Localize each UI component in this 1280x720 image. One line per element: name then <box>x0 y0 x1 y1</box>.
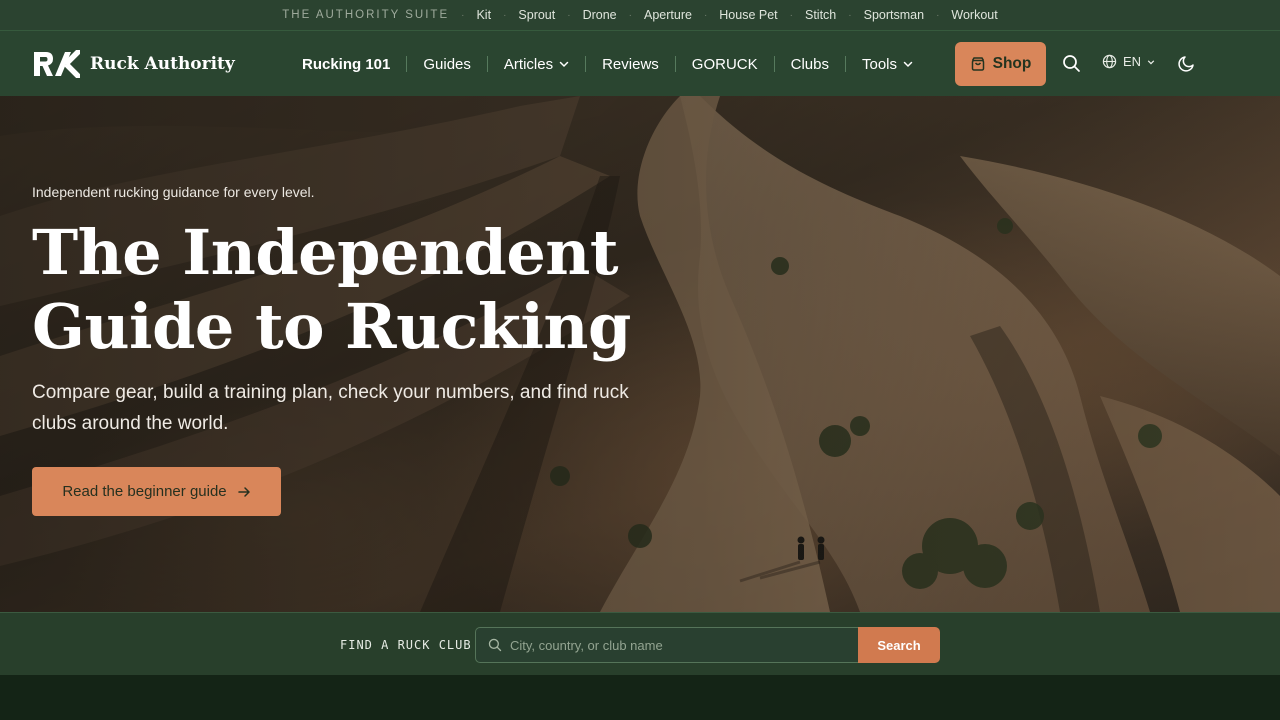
globe-icon <box>1102 54 1117 69</box>
search-icon <box>488 638 502 652</box>
suite-link-workout[interactable]: Workout <box>951 8 997 22</box>
nav-tools[interactable]: Tools <box>862 56 913 73</box>
suite-link-sprout[interactable]: Sprout <box>518 8 555 22</box>
main-nav: Ruck Authority Rucking 101 Guides Articl… <box>0 30 1280 96</box>
hero-subhead: Compare gear, build a training plan, che… <box>32 382 629 434</box>
logo-mark-icon <box>32 50 80 78</box>
nav-rucking-101[interactable]: Rucking 101 <box>302 56 390 73</box>
suite-link-kit[interactable]: Kit <box>476 8 491 22</box>
chevron-down-icon <box>559 61 569 68</box>
moon-icon[interactable] <box>1178 54 1196 72</box>
arrow-right-icon <box>237 486 250 497</box>
finder-input-wrapper <box>475 627 859 663</box>
page-content-start <box>0 675 1280 720</box>
hero-section: Independent rucking guidance for every l… <box>0 96 1280 612</box>
finder-label: FIND A RUCK CLUB <box>340 638 472 652</box>
nav-reviews[interactable]: Reviews <box>602 56 659 73</box>
club-search-button[interactable]: Search <box>858 627 940 663</box>
suite-link-stitch[interactable]: Stitch <box>805 8 836 22</box>
search-icon[interactable] <box>1062 54 1081 73</box>
nav-guides[interactable]: Guides <box>423 56 471 73</box>
suite-label: THE AUTHORITY SUITE <box>282 9 450 21</box>
nav-menu: Rucking 101 Guides Articles Reviews GORU… <box>302 31 913 97</box>
nav-articles[interactable]: Articles <box>504 56 569 73</box>
beginner-guide-button[interactable]: Read the beginner guide <box>32 467 281 516</box>
hero-headline: The Independent Guide to Rucking <box>32 216 732 364</box>
suite-link-drone[interactable]: Drone <box>583 8 617 22</box>
brand-logo[interactable]: Ruck Authority <box>32 50 235 78</box>
suite-bar: THE AUTHORITY SUITE · Kit · Sprout · Dro… <box>0 0 1280 30</box>
chevron-down-icon <box>1147 59 1155 64</box>
headline-line-2: Guide to Rucking <box>32 290 631 363</box>
shopping-bag-icon <box>971 57 984 71</box>
nav-clubs[interactable]: Clubs <box>791 56 829 73</box>
club-finder-bar: FIND A RUCK CLUB Search <box>0 612 1280 675</box>
shop-button[interactable]: Shop <box>955 42 1046 86</box>
suite-link-aperture[interactable]: Aperture <box>644 8 692 22</box>
nav-goruck[interactable]: GORUCK <box>692 56 758 73</box>
language-code: EN <box>1123 54 1142 69</box>
headline-line-1: The Independent <box>32 216 619 289</box>
suite-link-house-pet[interactable]: House Pet <box>719 8 777 22</box>
hero-eyebrow: Independent rucking guidance for every l… <box>32 184 315 200</box>
suite-link-sportsman[interactable]: Sportsman <box>864 8 924 22</box>
brand-name: Ruck Authority <box>90 54 235 74</box>
language-selector[interactable]: EN <box>1102 54 1155 69</box>
club-search-input[interactable] <box>510 637 859 653</box>
chevron-down-icon <box>903 61 913 68</box>
